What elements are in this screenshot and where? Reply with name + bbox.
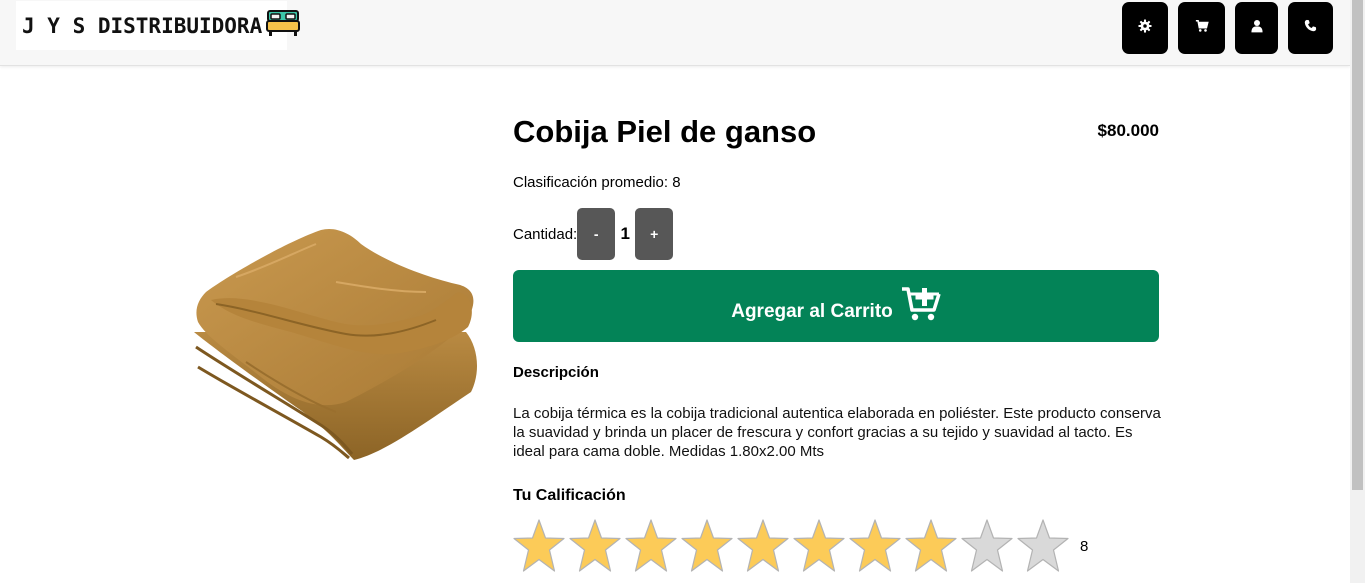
quantity-stepper: Cantidad: - 1 + bbox=[513, 208, 674, 260]
your-rating-value: 8 bbox=[1080, 537, 1089, 555]
star-7-filled-icon[interactable] bbox=[848, 518, 902, 574]
star-1-filled-icon[interactable] bbox=[512, 518, 566, 574]
settings-button[interactable] bbox=[1122, 2, 1168, 54]
brand-name: J Y S DISTRIBUIDORA bbox=[22, 13, 263, 38]
phone-icon bbox=[1304, 19, 1317, 37]
increment-button[interactable]: + bbox=[635, 208, 674, 260]
user-button[interactable] bbox=[1235, 2, 1278, 54]
gear-icon bbox=[1138, 18, 1152, 38]
your-rating-heading: Tu Calificación bbox=[513, 487, 626, 504]
star-8-filled-icon[interactable] bbox=[904, 518, 958, 574]
top-navbar: J Y S DISTRIBUIDORA bbox=[0, 0, 1350, 66]
user-icon bbox=[1250, 19, 1263, 38]
phone-button[interactable] bbox=[1288, 2, 1333, 54]
decrement-button[interactable]: - bbox=[577, 208, 616, 260]
cart-plus-icon bbox=[901, 286, 941, 327]
average-rating: Clasificación promedio: 8 bbox=[513, 174, 681, 191]
brand-logo[interactable]: J Y S DISTRIBUIDORA bbox=[16, 1, 301, 50]
star-3-filled-icon[interactable] bbox=[624, 518, 678, 574]
rating-stars: 8 bbox=[512, 518, 1088, 574]
cart-icon bbox=[1195, 19, 1209, 38]
star-9-empty-icon[interactable] bbox=[960, 518, 1014, 574]
description-heading: Descripción bbox=[513, 364, 599, 381]
bed-icon bbox=[266, 8, 301, 43]
quantity-value: 1 bbox=[620, 224, 630, 243]
star-2-filled-icon[interactable] bbox=[568, 518, 622, 574]
cart-button[interactable] bbox=[1178, 2, 1225, 54]
star-5-filled-icon[interactable] bbox=[736, 518, 790, 574]
product-title: Cobija Piel de ganso bbox=[513, 114, 817, 149]
product-price: $80.000 bbox=[1097, 121, 1159, 140]
star-6-filled-icon[interactable] bbox=[792, 518, 846, 574]
quantity-label: Cantidad: bbox=[513, 225, 578, 243]
star-10-empty-icon[interactable] bbox=[1016, 518, 1070, 574]
add-to-cart-label: Agregar al Carrito bbox=[731, 301, 893, 322]
star-4-filled-icon[interactable] bbox=[680, 518, 734, 574]
vertical-scrollbar[interactable] bbox=[1350, 0, 1365, 583]
product-image bbox=[186, 222, 486, 467]
product-description: La cobija térmica es la cobija tradicion… bbox=[513, 405, 1161, 460]
scrollbar-thumb[interactable] bbox=[1352, 0, 1363, 490]
add-to-cart-button[interactable]: Agregar al Carrito bbox=[513, 270, 1159, 342]
